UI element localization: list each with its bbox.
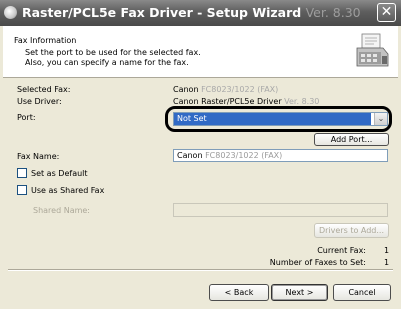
header-description: Set the port to be used for the selected… [25,48,201,68]
add-port-button[interactable]: Add Port... [314,133,389,146]
window-title-version: Ver. 8.30 [305,5,361,20]
use-shared-label[interactable]: Use as Shared Fax [31,186,104,195]
selected-fax-value: Canon FC8023/1022 (FAX) [173,85,278,94]
close-icon: ✕ [380,4,393,20]
setup-wizard-window: Raster/PCL5e Fax Driver - Setup Wizard V… [0,0,401,309]
use-shared-checkbox[interactable] [17,185,27,195]
fax-name-prefix: Canon [177,151,203,160]
window-title: Raster/PCL5e Fax Driver - Setup Wizard V… [22,5,361,20]
selected-fax-model: FC8023/1022 (FAX) [201,85,279,94]
app-icon [4,6,17,19]
header-description-line1: Set the port to be used for the selected… [25,48,201,57]
use-driver-version: Ver. 8.30 [284,97,320,106]
set-default-checkbox[interactable] [17,168,27,178]
faxes-to-set-value: 1 [384,258,390,267]
drivers-to-add-button[interactable]: Drivers to Add... [314,223,389,238]
fax-name-model: FC8023/1022 (FAX) [205,151,283,160]
fax-machine-icon [356,33,389,67]
shared-name-label: Shared Name: [33,206,91,215]
chevron-down-icon[interactable]: ⌄ [374,113,387,125]
port-label: Port: [17,113,36,122]
back-button[interactable]: < Back [209,284,269,301]
use-driver-label: Use Driver: [17,97,62,106]
next-button[interactable]: Next > [271,284,328,301]
header-title: Fax Information [14,36,77,45]
wizard-header: Fax Information Set the port to be used … [3,26,398,78]
fax-name-label: Fax Name: [17,152,60,161]
set-default-label[interactable]: Set as Default [31,169,88,178]
port-select[interactable]: Not Set ⌄ [173,112,388,126]
close-button[interactable]: ✕ [377,3,396,22]
chevron-down-glyph: ⌄ [377,114,385,123]
use-driver-value: Canon Raster/PCL5e Driver Ver. 8.30 [173,97,378,106]
port-selected-value: Not Set [174,113,371,125]
current-fax-value: 1 [384,246,390,255]
selected-fax-name: Canon [173,85,199,94]
footer-divider [8,269,393,271]
current-fax-label: Current Fax: [317,246,366,255]
cancel-button[interactable]: Cancel [333,284,391,301]
faxes-to-set-label: Number of Faxes to Set: [269,258,366,267]
fax-name-input[interactable]: Canon FC8023/1022 (FAX) [173,149,388,162]
selected-fax-label: Selected Fax: [17,85,71,94]
header-description-line2: Also, you can specify a name for the fax… [25,58,189,67]
title-bar[interactable]: Raster/PCL5e Fax Driver - Setup Wizard V… [0,0,401,26]
use-driver-name: Canon Raster/PCL5e Driver [173,97,282,106]
window-title-text: Raster/PCL5e Fax Driver - Setup Wizard [22,5,302,20]
shared-name-input[interactable] [173,203,388,217]
